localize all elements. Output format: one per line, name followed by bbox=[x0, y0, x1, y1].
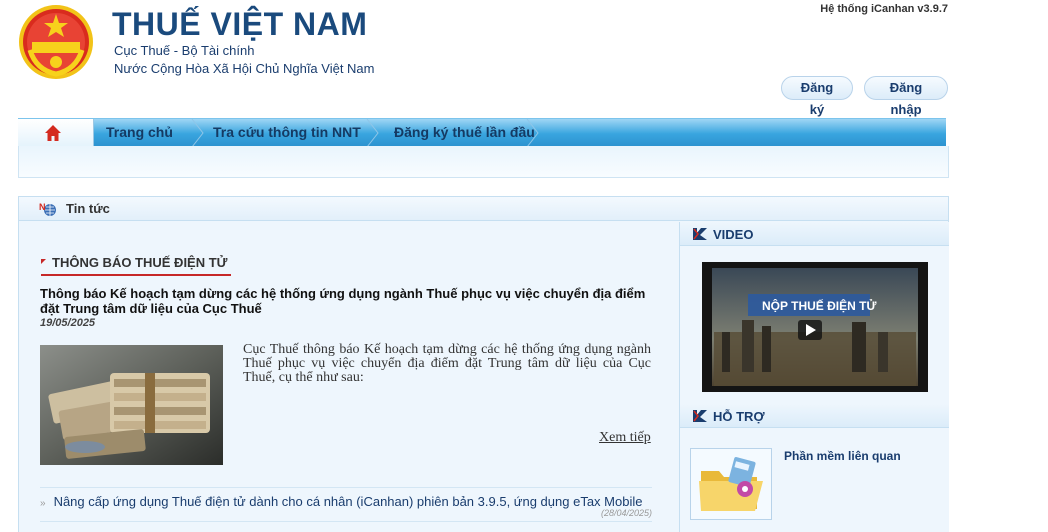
section-heading: THÔNG BÁO THUẾ ĐIỆN TỬ bbox=[41, 254, 232, 276]
news-icon: N bbox=[39, 202, 56, 216]
section-title: THÔNG BÁO THUẾ ĐIỆN TỬ bbox=[52, 255, 228, 270]
news-panel-header: N Tin tức bbox=[19, 197, 948, 221]
main-nav: Trang chủ Tra cứu thông tin NNT Đăng ký … bbox=[18, 118, 946, 147]
video-section-title: VIDEO bbox=[713, 227, 754, 242]
support-section-title: HỖ TRỢ bbox=[713, 409, 765, 424]
news-panel: N Tin tức THÔNG BÁO THUẾ ĐIỆN TỬ Thông b… bbox=[18, 196, 949, 532]
login-button[interactable]: Đăng nhập bbox=[864, 76, 948, 117]
featured-article-title[interactable]: Thông báo Kế hoạch tạm dừng các hệ thống… bbox=[40, 286, 660, 316]
support-section-header: HỖ TRỢ bbox=[680, 404, 949, 428]
support-section-icon bbox=[693, 410, 707, 422]
news-list-item-date: (28/04/2025) bbox=[600, 508, 652, 518]
nav-separator bbox=[526, 119, 539, 147]
video-section-header: VIDEO bbox=[680, 222, 949, 246]
logo[interactable] bbox=[18, 4, 94, 80]
nav-separator bbox=[191, 119, 204, 147]
divider bbox=[40, 521, 652, 522]
video-caption: NỘP THUẾ ĐIỆN TỬ bbox=[762, 298, 876, 313]
news-list-item[interactable]: » Nâng cấp ứng dụng Thuế điện tử dành cho… bbox=[40, 494, 652, 518]
related-software-link[interactable]: Phần mềm liên quan bbox=[784, 449, 901, 463]
site-subtitle-country: Nước Cộng Hòa Xã Hội Chủ Nghĩa Việt Nam bbox=[114, 61, 375, 76]
featured-article-date: 19/05/2025 bbox=[40, 317, 96, 329]
system-version: Hệ thống iCanhan v3.9.7 bbox=[820, 3, 948, 15]
news-list-item-title: Nâng cấp ứng dụng Thuế điện tử dành cho … bbox=[53, 494, 643, 509]
featured-article-summary: Cục Thuế thông báo Kế hoạch tạm dừng các… bbox=[243, 342, 651, 385]
site-title: THUẾ VIỆT NAM bbox=[112, 6, 368, 42]
register-button[interactable]: Đăng ký bbox=[781, 76, 853, 117]
bullet-icon: » bbox=[40, 498, 46, 509]
software-folder-icon[interactable] bbox=[690, 448, 772, 520]
featured-article-image[interactable] bbox=[40, 345, 223, 465]
nav-item-lookup[interactable]: Tra cứu thông tin NNT bbox=[213, 119, 361, 147]
section-marker-icon bbox=[41, 259, 46, 264]
home-icon bbox=[45, 125, 61, 141]
divider bbox=[40, 487, 652, 488]
svg-text:N: N bbox=[39, 202, 46, 212]
sidebar: VIDEO NỘP THUẾ ĐIỆN TỬ HỖ TRỢ Phần mềm l… bbox=[679, 222, 949, 532]
nav-item-first-registration[interactable]: Đăng ký thuế lần đầu bbox=[394, 119, 535, 147]
video-section-icon bbox=[693, 228, 707, 240]
nav-item-home[interactable]: Trang chủ bbox=[106, 119, 173, 147]
sub-nav-bar bbox=[18, 146, 949, 178]
site-subtitle-agency: Cục Thuế - Bộ Tài chính bbox=[114, 43, 255, 58]
nav-home[interactable] bbox=[18, 119, 94, 147]
news-main-column: THÔNG BÁO THUẾ ĐIỆN TỬ Thông báo Kế hoạc… bbox=[19, 222, 679, 532]
video-player[interactable]: NỘP THUẾ ĐIỆN TỬ bbox=[702, 262, 928, 392]
news-panel-title: Tin tức bbox=[66, 201, 110, 216]
nav-separator bbox=[366, 119, 379, 147]
read-more-link[interactable]: Xem tiếp bbox=[599, 430, 651, 446]
